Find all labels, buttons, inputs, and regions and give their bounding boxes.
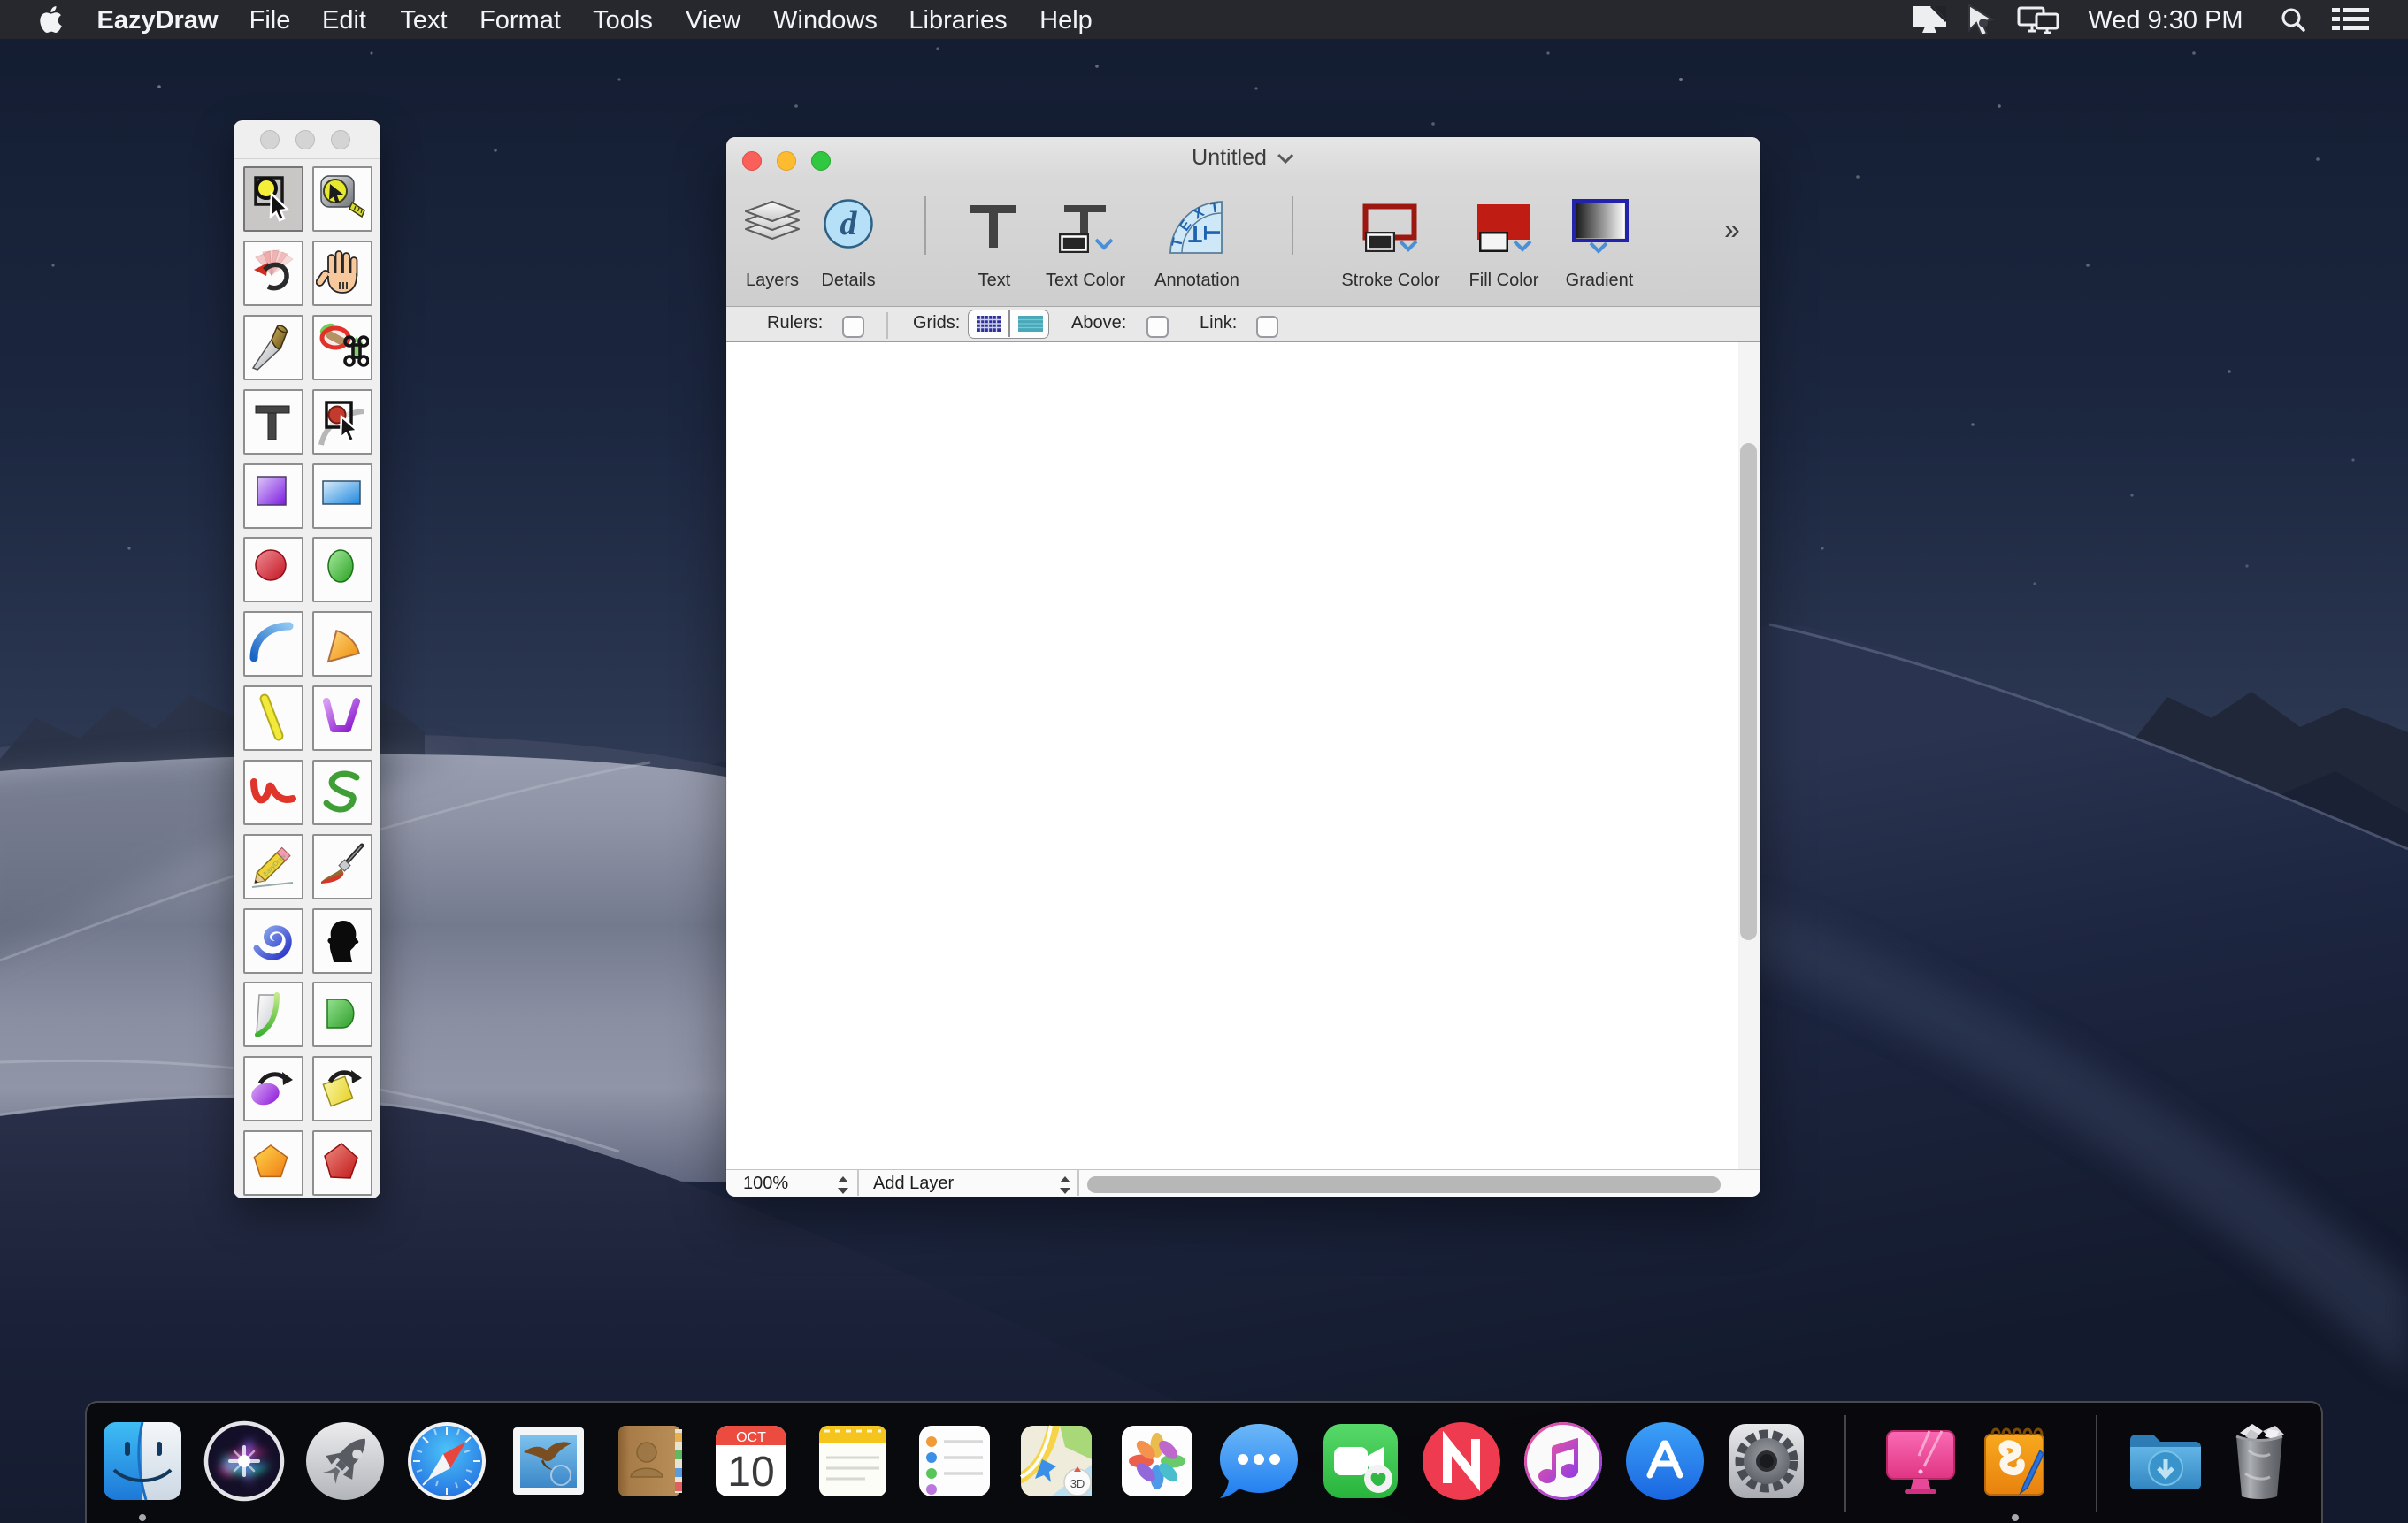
svg-text:d: d [840,205,858,242]
svg-text:OCT: OCT [736,1430,766,1445]
svg-text:T: T [1199,226,1224,240]
svg-text:3D: 3D [1070,1477,1085,1490]
svg-text:10: 10 [727,1449,774,1496]
